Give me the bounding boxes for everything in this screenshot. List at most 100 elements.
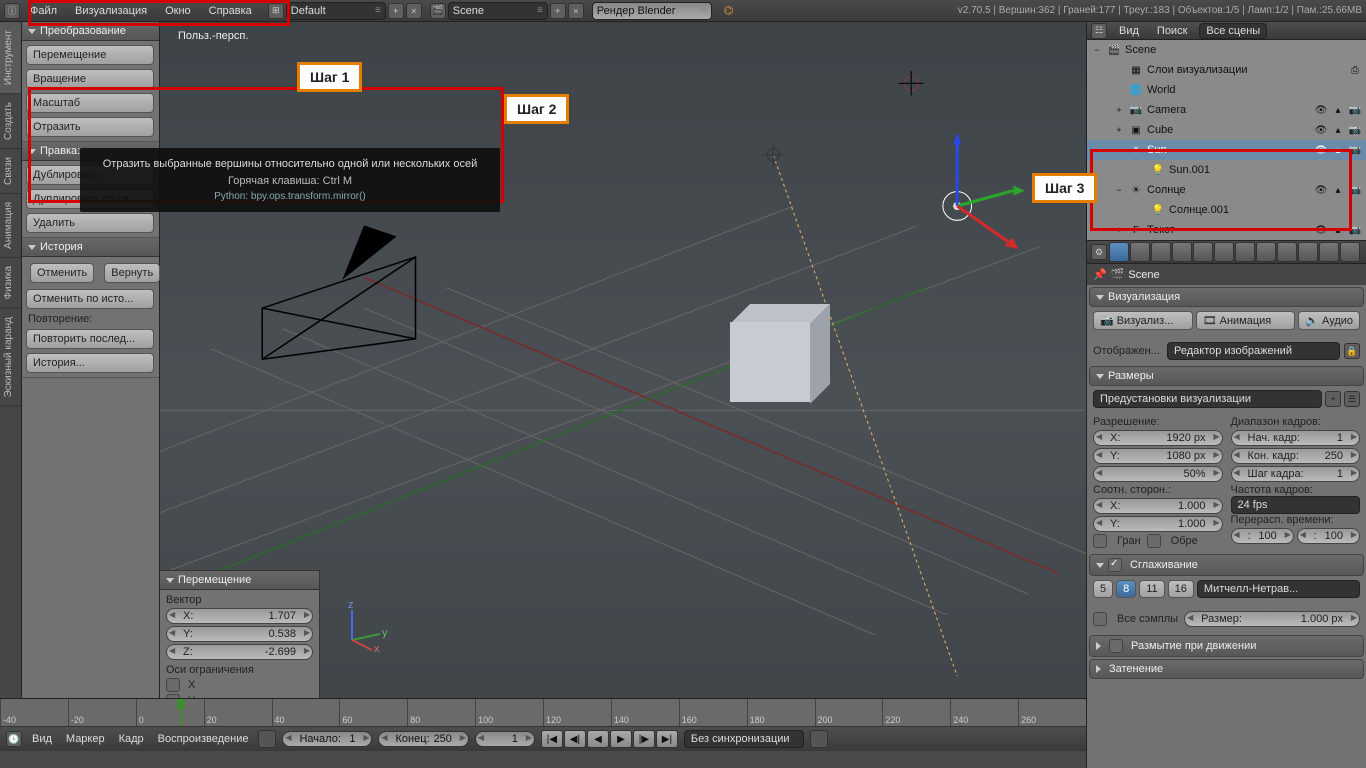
full-sample-check[interactable] (1093, 612, 1107, 626)
tab-create[interactable]: Создать (0, 94, 21, 149)
expand-icon[interactable]: − (1113, 145, 1125, 155)
autokey-icon[interactable] (810, 730, 828, 748)
ctx-data-icon[interactable] (1256, 242, 1276, 262)
restrict-icon[interactable]: ▴ (1331, 143, 1345, 157)
outliner-editor-icon[interactable]: ☷ (1091, 23, 1107, 39)
preset-add-icon[interactable]: + (1325, 391, 1341, 407)
preset-menu-icon[interactable]: ☰ (1344, 391, 1360, 407)
render-anim-button[interactable]: 🎞Анимация (1196, 311, 1296, 330)
undo-button[interactable]: Отменить (30, 263, 94, 283)
scene-del-icon[interactable]: × (568, 3, 584, 19)
restrict-icon[interactable]: 📷 (1348, 143, 1362, 157)
rotate-button[interactable]: Вращение (26, 69, 154, 89)
expand-icon[interactable]: + (1113, 105, 1125, 115)
ctx-object-icon[interactable] (1193, 242, 1213, 262)
filter-size-field[interactable]: Размер:1.000 px (1184, 611, 1360, 627)
dims-section-head[interactable]: Размеры (1089, 366, 1364, 386)
outliner-view-menu[interactable]: Вид (1113, 24, 1145, 38)
outliner-row[interactable]: +📷Camera👁▴📷 (1087, 100, 1366, 120)
menu-help[interactable]: Справка (201, 2, 260, 20)
outliner-row[interactable]: +FТекст👁▴📷 (1087, 220, 1366, 240)
aa-filter-select[interactable]: Митчелл-Нетрав... (1197, 580, 1360, 598)
redo-button[interactable]: Вернуть (104, 263, 160, 283)
outliner-search-menu[interactable]: Поиск (1151, 24, 1193, 38)
ctx-scene-icon[interactable] (1151, 242, 1171, 262)
expand-icon[interactable]: − (1091, 45, 1103, 55)
ctx-world-icon[interactable] (1172, 242, 1192, 262)
play-icon[interactable]: ▶ (610, 730, 632, 748)
transform-panel-head[interactable]: Преобразование (22, 22, 159, 41)
constraint-x-check[interactable] (166, 678, 180, 692)
tab-relations[interactable]: Связи (0, 149, 21, 194)
op-x-field[interactable]: X:1.707 (166, 608, 313, 624)
restrict-icon[interactable]: 👁 (1314, 123, 1328, 137)
tab-tools[interactable]: Инструмент (0, 22, 21, 94)
asp-x-field[interactable]: X:1.000 (1093, 498, 1223, 514)
ctx-texture-icon[interactable] (1298, 242, 1318, 262)
fps-select[interactable]: 24 fps (1231, 496, 1361, 514)
jump-end-icon[interactable]: ▶| (656, 730, 678, 748)
asp-y-field[interactable]: Y:1.000 (1093, 516, 1223, 532)
menu-file[interactable]: Файл (22, 2, 65, 20)
op-z-field[interactable]: Z:-2.699 (166, 644, 313, 660)
undo-history-button[interactable]: Отменить по исто... (26, 289, 154, 309)
render-audio-button[interactable]: 🔊Аудио (1298, 311, 1360, 330)
aa-section-head[interactable]: Сглаживание (1089, 554, 1364, 576)
scene-select[interactable]: Scene (448, 2, 548, 20)
restrict-icon[interactable]: ▴ (1331, 183, 1345, 197)
pin-icon[interactable]: 📌 (1093, 268, 1107, 281)
restrict-icon[interactable]: 📷 (1348, 223, 1362, 237)
samples-8[interactable]: 8 (1116, 580, 1136, 598)
crop-check[interactable] (1147, 534, 1161, 548)
aa-enable-check[interactable] (1108, 558, 1122, 572)
3d-viewport[interactable]: zyx Польз.-персп. (1) Sun Перемещение Ве… (160, 22, 1086, 768)
expand-icon[interactable]: + (1113, 125, 1125, 135)
samples-5[interactable]: 5 (1093, 580, 1113, 598)
delete-button[interactable]: Удалить (26, 213, 154, 233)
res-scale-field[interactable]: 50% (1093, 466, 1223, 482)
restrict-icon[interactable]: ▴ (1331, 123, 1345, 137)
screen-browse-icon[interactable]: ⊞ (268, 3, 284, 19)
translate-button[interactable]: Перемещение (26, 45, 154, 65)
ctx-material-icon[interactable] (1277, 242, 1297, 262)
playhead[interactable] (180, 699, 182, 726)
restrict-icon[interactable]: 👁 (1314, 223, 1328, 237)
tab-animation[interactable]: Анимация (0, 194, 21, 258)
history-menu-button[interactable]: История... (26, 353, 154, 373)
props-editor-icon[interactable]: ⚙ (1091, 244, 1107, 260)
outliner-row[interactable]: ▦Слои визуализации⎙ (1087, 60, 1366, 80)
timeline-editor-icon[interactable]: 🕓 (6, 731, 22, 747)
scene-add-icon[interactable]: + (550, 3, 566, 19)
outliner-display-mode[interactable]: Все сцены (1199, 23, 1267, 39)
outliner-row[interactable]: +▣Cube👁▴📷 (1087, 120, 1366, 140)
sync-mode-select[interactable]: Без синхронизации (684, 730, 804, 748)
ctx-physics-icon[interactable] (1340, 242, 1360, 262)
samples-11[interactable]: 11 (1139, 580, 1164, 598)
tl-marker[interactable]: Маркер (62, 731, 109, 747)
restrict-icon[interactable]: ⎙ (1348, 63, 1362, 77)
tl-end-field[interactable]: Конец:250 (378, 731, 468, 747)
border-check[interactable] (1093, 534, 1107, 548)
outliner-row[interactable]: −☀Солнце👁▴📷 (1087, 180, 1366, 200)
menu-render[interactable]: Визуализация (67, 2, 155, 20)
menu-window[interactable]: Окно (157, 2, 199, 20)
ctx-render-icon[interactable] (1109, 242, 1129, 262)
fstart-field[interactable]: Нач. кадр:1 (1231, 430, 1361, 446)
restrict-icon[interactable]: 📷 (1348, 123, 1362, 137)
play-rev-icon[interactable]: ◀ (587, 730, 609, 748)
ctx-constraints-icon[interactable] (1214, 242, 1234, 262)
expand-icon[interactable]: − (1113, 185, 1125, 195)
expand-icon[interactable]: + (1113, 225, 1125, 235)
outliner-row[interactable]: 💡Sun.001 (1087, 160, 1366, 180)
restrict-icon[interactable]: ▴ (1331, 103, 1345, 117)
key-next-icon[interactable]: |▶ (633, 730, 655, 748)
lock-icon[interactable]: 🔒 (1344, 343, 1360, 359)
res-x-field[interactable]: X:1920 px (1093, 430, 1223, 446)
restrict-icon[interactable]: ▴ (1331, 223, 1345, 237)
ctx-particles-icon[interactable] (1319, 242, 1339, 262)
editor-type-icon[interactable]: ⓘ (4, 3, 20, 19)
tab-grease[interactable]: Эскизный каранд (0, 309, 21, 406)
restrict-icon[interactable]: 👁 (1314, 143, 1328, 157)
op-y-field[interactable]: Y:0.538 (166, 626, 313, 642)
mblur-section-head[interactable]: Размытие при движении (1089, 635, 1364, 657)
